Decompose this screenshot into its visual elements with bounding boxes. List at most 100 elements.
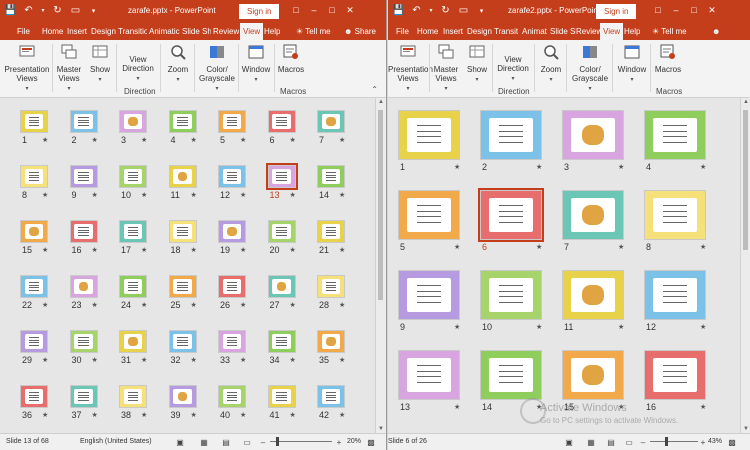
redo-icon[interactable]: ↻ <box>439 4 452 17</box>
transition-star-icon[interactable]: ★ <box>700 323 706 331</box>
ribbon-display-options-icon[interactable]: □ <box>290 3 302 17</box>
slide-preview[interactable] <box>267 110 296 133</box>
slide-thumbnail[interactable]: 12 ★ <box>218 165 246 204</box>
transition-star-icon[interactable]: ★ <box>290 191 296 199</box>
transition-star-icon[interactable]: ★ <box>92 246 98 254</box>
tab-transitions[interactable]: Transit <box>494 23 521 40</box>
slide-thumbnail[interactable]: 9 ★ <box>69 165 98 204</box>
transition-star-icon[interactable]: ★ <box>339 246 345 254</box>
transition-star-icon[interactable]: ★ <box>92 356 98 364</box>
slide-thumbnail[interactable]: 36 ★ <box>20 385 48 424</box>
transition-star-icon[interactable]: ★ <box>700 403 706 411</box>
slide-preview[interactable] <box>20 385 48 408</box>
slide-thumbnail[interactable]: 5 ★ <box>398 190 460 256</box>
slide-thumbnail[interactable]: 30 ★ <box>69 330 98 369</box>
slide-preview[interactable] <box>398 270 460 320</box>
share-button[interactable]: ☻ Share <box>344 23 376 40</box>
window-button[interactable]: Window ▾ <box>616 43 648 83</box>
slide-preview[interactable] <box>317 110 345 133</box>
transition-star-icon[interactable]: ★ <box>191 191 197 199</box>
slide-show-icon[interactable]: ▭ <box>242 438 252 447</box>
slide-preview[interactable] <box>480 110 542 160</box>
slide-thumbnail[interactable]: 34 ★ <box>267 330 296 369</box>
tab-help[interactable]: Help <box>624 23 640 40</box>
present-icon[interactable]: ▭ <box>69 4 82 17</box>
transition-star-icon[interactable]: ★ <box>92 191 98 199</box>
maximize-icon[interactable]: □ <box>326 3 338 17</box>
slide-preview[interactable] <box>398 350 460 400</box>
slide-thumbnail[interactable]: 8 ★ <box>644 190 706 256</box>
slide-preview[interactable] <box>119 165 147 188</box>
transition-star-icon[interactable]: ★ <box>700 163 706 171</box>
language-status[interactable]: English (United States) <box>80 438 152 445</box>
slide-thumbnail[interactable]: 24 ★ <box>119 275 147 314</box>
sign-in-button[interactable]: Sign in <box>596 4 637 19</box>
slide-preview[interactable] <box>20 220 48 243</box>
redo-icon[interactable]: ↻ <box>51 4 64 17</box>
transition-star-icon[interactable]: ★ <box>240 356 246 364</box>
undo-dropdown-icon[interactable]: ▾ <box>40 4 46 17</box>
transition-star-icon[interactable]: ★ <box>191 246 197 254</box>
transition-star-icon[interactable]: ★ <box>536 163 542 171</box>
zoom-in-icon[interactable]: + <box>698 438 708 447</box>
slide-thumbnail[interactable]: 41 ★ <box>267 385 296 424</box>
transition-star-icon[interactable]: ★ <box>339 356 345 364</box>
customize-toolbar-icon[interactable]: ▾ <box>87 4 100 17</box>
master-views-button[interactable]: Master Views ▾ <box>54 43 84 92</box>
transition-star-icon[interactable]: ★ <box>290 411 296 419</box>
color-grayscale-button[interactable]: Color/ Grayscale ▾ <box>198 43 236 92</box>
slide-preview[interactable] <box>119 220 147 243</box>
slide-thumbnail[interactable]: 18 ★ <box>168 220 197 259</box>
vertical-scrollbar[interactable]: ▲ ▼ <box>740 98 750 434</box>
slide-preview[interactable] <box>562 110 624 160</box>
reading-view-icon[interactable]: ▤ <box>606 438 616 447</box>
transition-star-icon[interactable]: ★ <box>141 246 147 254</box>
slide-thumbnail[interactable]: 7 ★ <box>562 190 624 256</box>
slide-preview[interactable] <box>20 165 48 188</box>
scrollbar-thumb[interactable] <box>743 110 748 250</box>
maximize-icon[interactable]: □ <box>688 3 700 17</box>
slide-preview[interactable] <box>317 275 345 298</box>
transition-star-icon[interactable]: ★ <box>240 136 246 144</box>
slide-preview[interactable] <box>69 275 98 298</box>
share-icon[interactable]: ☻ <box>712 23 720 40</box>
tab-transitions[interactable]: Transitio <box>118 23 147 40</box>
transition-star-icon[interactable]: ★ <box>339 191 345 199</box>
slide-preview[interactable] <box>168 330 197 353</box>
slide-preview[interactable] <box>265 163 298 190</box>
tab-home[interactable]: Home <box>417 23 438 40</box>
tab-insert[interactable]: Insert <box>443 23 463 40</box>
slide-thumbnail[interactable]: 15 ★ <box>20 220 48 259</box>
slide-thumbnail[interactable]: 42 ★ <box>317 385 345 424</box>
slide-preview[interactable] <box>168 110 197 133</box>
slide-preview[interactable] <box>20 330 48 353</box>
slide-thumbnail[interactable]: 23 ★ <box>69 275 98 314</box>
slide-preview[interactable] <box>562 190 624 240</box>
transition-star-icon[interactable]: ★ <box>290 356 296 364</box>
zoom-level[interactable]: 43% <box>708 438 722 445</box>
slide-thumbnail[interactable]: 2 ★ <box>69 110 98 149</box>
present-icon[interactable]: ▭ <box>457 4 470 17</box>
save-icon[interactable]: 💾 <box>4 4 17 17</box>
slide-preview[interactable] <box>267 275 296 298</box>
slide-preview[interactable] <box>69 220 98 243</box>
slide-thumbnail[interactable]: 39 ★ <box>168 385 197 424</box>
show-button[interactable]: Show ▾ <box>88 43 112 83</box>
macros-button[interactable]: Macros <box>277 43 305 74</box>
close-icon[interactable]: ✕ <box>344 3 356 17</box>
slide-thumbnail[interactable]: 11 ★ <box>168 165 197 204</box>
customize-toolbar-icon[interactable]: ▾ <box>475 4 488 17</box>
slide-preview[interactable] <box>218 275 246 298</box>
slide-thumbnail[interactable]: 8 ★ <box>20 165 48 204</box>
transition-star-icon[interactable]: ★ <box>618 323 624 331</box>
tab-review[interactable]: Review <box>213 23 239 40</box>
slide-thumbnail[interactable]: 11 ★ <box>562 270 624 336</box>
undo-icon[interactable]: ↶ <box>410 4 423 17</box>
slide-thumbnail[interactable]: 14 ★ <box>317 165 345 204</box>
slide-preview[interactable] <box>20 110 48 133</box>
transition-star-icon[interactable]: ★ <box>536 323 542 331</box>
slide-preview[interactable] <box>69 385 98 408</box>
fit-to-window-icon[interactable]: ▩ <box>366 438 376 447</box>
fit-to-window-icon[interactable]: ▩ <box>727 438 737 447</box>
slide-thumbnail[interactable]: 5 ★ <box>218 110 246 149</box>
